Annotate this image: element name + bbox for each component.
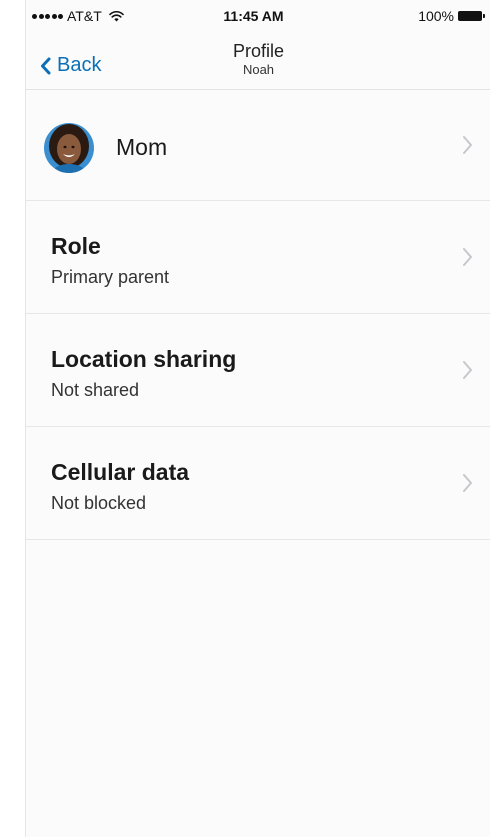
battery-percent: 100% (418, 8, 454, 24)
role-value: Primary parent (51, 267, 170, 287)
role-row[interactable]: Role Primary parent (26, 201, 490, 314)
status-bar: AT&T 11:45 AM 100% (26, 0, 490, 40)
profile-screen: AT&T 11:45 AM 100% Profile Noah Back Mom… (25, 0, 490, 837)
battery-icon (458, 11, 485, 21)
chevron-right-icon (463, 361, 472, 379)
contact-row[interactable]: Mom (26, 90, 490, 201)
chevron-right-icon (463, 248, 472, 266)
status-right: 100% (418, 8, 485, 24)
contact-name: Mom (116, 134, 168, 160)
cellular-data-value: Not blocked (51, 493, 147, 513)
chevron-right-icon (463, 136, 472, 154)
role-title: Role (51, 233, 101, 259)
nav-bar: Profile Noah Back (26, 40, 490, 90)
location-sharing-row[interactable]: Location sharing Not shared (26, 314, 490, 427)
location-sharing-value: Not shared (51, 380, 140, 400)
chevron-left-icon (41, 57, 51, 74)
cellular-data-row[interactable]: Cellular data Not blocked (26, 427, 490, 540)
location-sharing-title: Location sharing (51, 346, 237, 372)
back-label: Back (57, 54, 102, 76)
chevron-right-icon (463, 474, 472, 492)
cellular-data-title: Cellular data (51, 459, 190, 485)
avatar (44, 123, 94, 173)
back-button[interactable]: Back (40, 54, 101, 77)
